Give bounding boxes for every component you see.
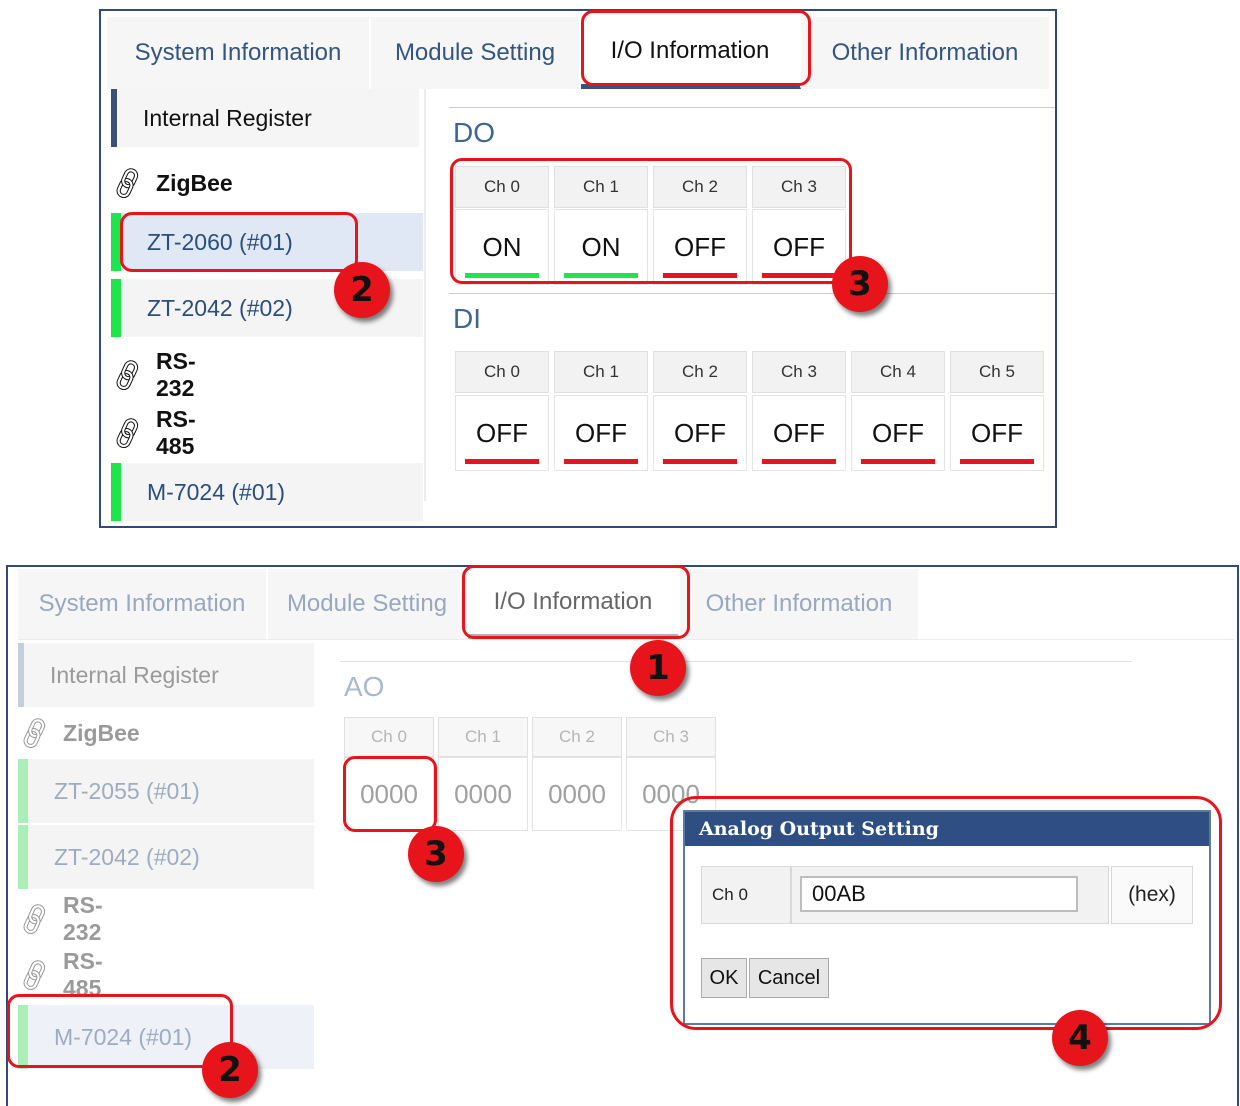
do-section-title: DO [453, 117, 495, 148]
channel-header: Ch 0 [344, 717, 434, 757]
sidebar-group-rs232: 🔗︎ RS-232 [14, 892, 103, 945]
sidebar-group-rs485: 🔗︎ RS-485 [107, 406, 196, 459]
sidebar-item-internal-register[interactable]: Internal Register [111, 89, 419, 147]
sidebar-group-rs485: 🔗︎ RS-485 [14, 948, 103, 1001]
channel-value[interactable]: OFF [950, 395, 1044, 471]
highlight-io-tab [581, 10, 811, 86]
group-label: RS-485 [156, 406, 196, 459]
link-icon: 🔗︎ [106, 354, 148, 395]
channel-header: Ch 1 [554, 351, 648, 393]
highlight-io-tab [462, 565, 690, 639]
channel-value-text: 0000 [548, 778, 606, 809]
tab-system-information[interactable]: System Information [18, 569, 268, 639]
sidebar-divider [424, 89, 426, 501]
ao-section-title: AO [344, 671, 385, 702]
channel-header: Ch 3 [626, 717, 716, 757]
step-marker-2: 2 [334, 262, 390, 318]
channel-value-text: OFF [575, 417, 627, 448]
channel-value[interactable]: OFF [752, 395, 846, 471]
step-marker-1: 1 [630, 640, 686, 696]
link-icon: 🔗︎ [106, 412, 148, 453]
sidebar-group-zigbee: 🔗︎ ZigBee [14, 713, 140, 753]
sidebar-group-rs232: 🔗︎ RS-232 [107, 348, 196, 401]
step-marker-3: 3 [832, 256, 888, 312]
channel-value[interactable]: OFF [554, 395, 648, 471]
channel-value[interactable]: 0000 [438, 757, 528, 831]
channel-header: Ch 2 [653, 351, 747, 393]
status-bar [762, 459, 836, 464]
channel-value-text: OFF [674, 417, 726, 448]
sidebar-group-zigbee: 🔗︎ ZigBee [107, 163, 233, 203]
channel-value[interactable]: OFF [455, 395, 549, 471]
group-label: RS-232 [63, 892, 103, 945]
sidebar-item-m-7024[interactable]: M-7024 (#01) [111, 463, 423, 521]
highlight-m-7024 [7, 994, 233, 1068]
group-label: RS-232 [156, 348, 196, 401]
status-bar [465, 459, 539, 464]
highlight-do-channels [450, 158, 852, 284]
status-bar [960, 459, 1034, 464]
status-bar [564, 459, 638, 464]
highlight-ao-ch0 [343, 756, 437, 832]
channel-value-text: OFF [872, 417, 924, 448]
tab-bar: System Information Module Setting I/O In… [107, 17, 1051, 89]
channel-value-text: OFF [971, 417, 1023, 448]
tab-divider [18, 639, 1234, 640]
channel-value-text: OFF [476, 417, 528, 448]
step-marker-4: 4 [1052, 1010, 1108, 1066]
sidebar-item-zt-2042[interactable]: ZT-2042 (#02) [18, 825, 314, 889]
tab-module-setting[interactable]: Module Setting [268, 569, 468, 639]
channel-value[interactable]: OFF [851, 395, 945, 471]
di-section-title: DI [453, 303, 481, 334]
channel-header: Ch 2 [532, 717, 622, 757]
sidebar-item-zt-2055[interactable]: ZT-2055 (#01) [18, 759, 314, 823]
section-divider [340, 661, 1132, 662]
channel-header: Ch 3 [752, 351, 846, 393]
tab-other-information[interactable]: Other Information [801, 17, 1051, 89]
status-bar [861, 459, 935, 464]
step-marker-2: 2 [202, 1042, 258, 1098]
tab-module-setting[interactable]: Module Setting [371, 17, 581, 89]
channel-header: Ch 5 [950, 351, 1044, 393]
channel-value[interactable]: OFF [653, 395, 747, 471]
tab-system-information[interactable]: System Information [107, 17, 371, 89]
group-label: ZigBee [156, 169, 233, 196]
group-label: ZigBee [63, 719, 140, 746]
highlight-dialog [670, 796, 1222, 1030]
highlight-zt-2060 [120, 212, 358, 272]
section-divider [449, 107, 1055, 108]
step-marker-3: 3 [408, 826, 464, 882]
channel-header: Ch 0 [455, 351, 549, 393]
channel-value[interactable]: 0000 [532, 757, 622, 831]
channel-value-text: OFF [773, 417, 825, 448]
sidebar-item-internal-register[interactable]: Internal Register [18, 643, 314, 707]
channel-header: Ch 1 [438, 717, 528, 757]
link-icon: 🔗︎ [13, 712, 55, 753]
channel-header: Ch 4 [851, 351, 945, 393]
section-divider [449, 293, 1055, 294]
tab-other-information[interactable]: Other Information [680, 569, 920, 639]
link-icon: 🔗︎ [13, 898, 55, 939]
channel-value-text: 0000 [454, 778, 512, 809]
link-icon: 🔗︎ [13, 954, 55, 995]
link-icon: 🔗︎ [106, 162, 148, 203]
status-bar [663, 459, 737, 464]
